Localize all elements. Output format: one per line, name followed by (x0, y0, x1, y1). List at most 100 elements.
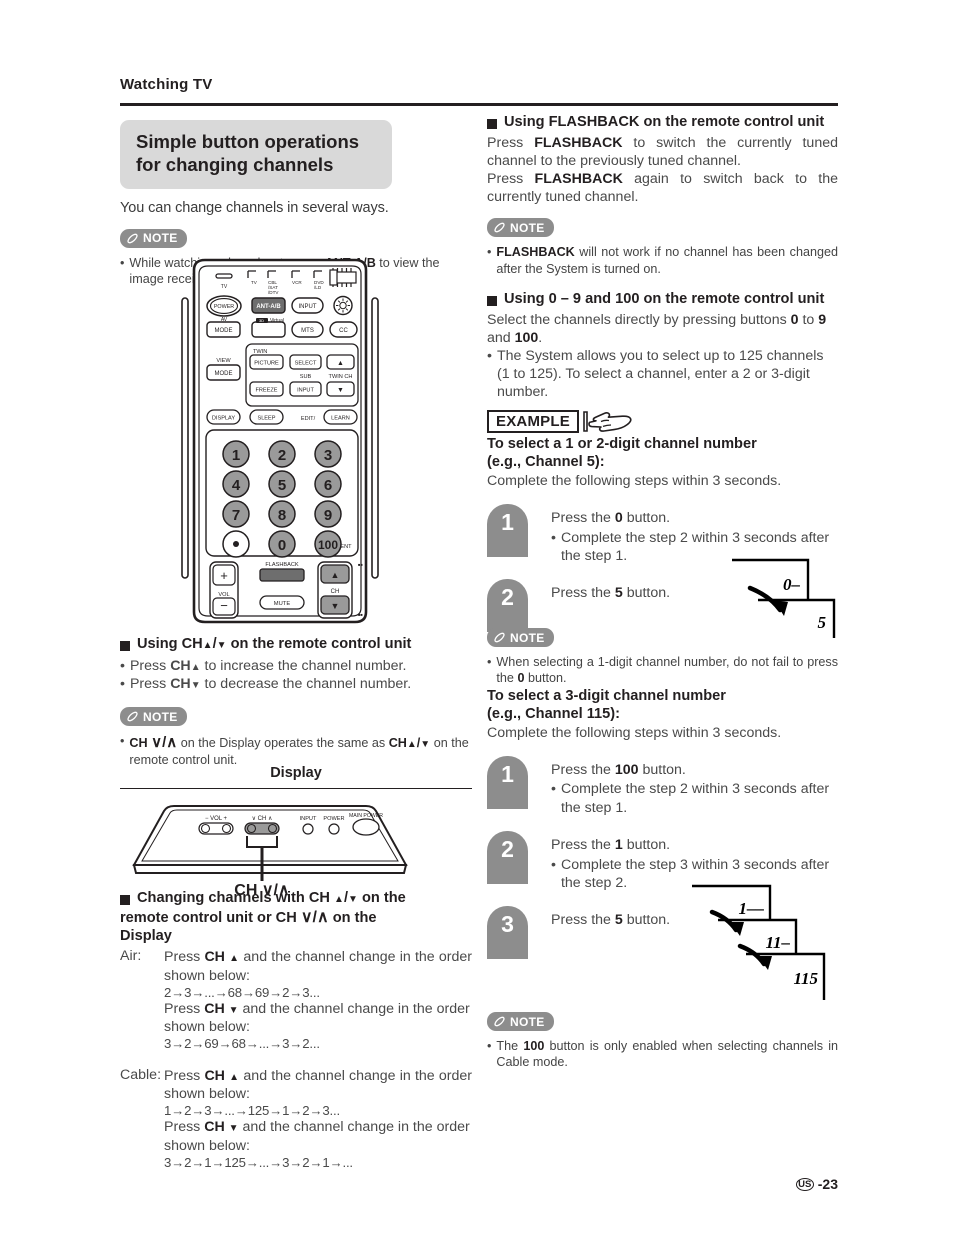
c4: remote control unit or CH (120, 909, 301, 926)
step-number-badge: 1 (487, 504, 528, 558)
ex2-diagram-svg: 1–– 11– 115 (692, 884, 826, 1000)
note-block-4: NOTE • When selecting a 1-digit channel … (487, 628, 838, 686)
cable-sequence-down: 3→2→1→125→...→3→2→1→... (164, 1154, 353, 1170)
svg-text:CH: CH (331, 589, 340, 595)
note-text: • FLASHBACK will not work if no channel … (487, 244, 838, 276)
step-main: Press the 5 button. (551, 911, 670, 929)
air-content: Press CH and the channel change in the o… (164, 948, 472, 1051)
svg-text:100: 100 (318, 538, 338, 552)
b2a: Press (129, 675, 171, 692)
step-number-badge: 2 (487, 831, 528, 885)
triangle-up-icon (229, 949, 239, 965)
remote-control-illustration: TV TV CBL /SAT /DTV VCR DVD /LD POWER AV… (180, 258, 380, 624)
svg-text:SELECT: SELECT (295, 361, 317, 367)
changing-channels-heading: Changing channels with CH / on the remot… (120, 890, 472, 945)
note-label: NOTE (143, 231, 178, 246)
bullet-text: The System allows you to select up to 12… (496, 347, 824, 401)
svg-text:▼: ▼ (331, 601, 340, 611)
bullet-dot: • (487, 1039, 492, 1053)
bullet-dot: • (487, 347, 492, 364)
changing-channels-section: Changing channels with CH / on the remot… (120, 890, 472, 1170)
s-c: button. (638, 761, 686, 778)
d1g: . (538, 329, 543, 346)
note-text: • When selecting a 1-digit channel numbe… (487, 654, 838, 686)
cable-label: Cable: (120, 1067, 162, 1084)
cable-content: Press CH and the channel change in the o… (164, 1067, 472, 1170)
svg-text:3: 3 (324, 447, 332, 464)
note-block-3: NOTE • FLASHBACK will not work if no cha… (487, 218, 838, 276)
air-line-1: Press CH and the channel change in the o… (164, 948, 472, 984)
using-ch-bullet-2: • Press CH to decrease the channel numbe… (120, 675, 472, 693)
n5b: 100 (523, 1039, 545, 1053)
d1b: 0 (790, 311, 799, 328)
air-block: Air: Press CH and the channel change in … (120, 948, 472, 1051)
s-b: 0 (614, 510, 623, 527)
using-ch-heading-text: Using CH/ on the remote control unit (137, 636, 411, 654)
flashback-heading: Using FLASHBACK on the remote control un… (487, 114, 838, 132)
d1f: 100 (514, 329, 539, 346)
svg-text:INPUT: INPUT (299, 304, 317, 310)
air-line-2: Press CH and the channel change in the o… (164, 1000, 472, 1036)
example-1-subtitle: Complete the following steps within 3 se… (487, 472, 782, 489)
cable-line-1: Press CH and the channel change in the o… (164, 1067, 472, 1103)
n2b: ∨/∧ (151, 734, 178, 752)
changing-channels-heading-text: Changing channels with CH / on the remot… (120, 890, 406, 945)
example-2-subtitle: Complete the following steps within 3 se… (487, 724, 782, 741)
note-badge: NOTE (487, 218, 554, 238)
using-digits-heading: Using 0 – 9 and 100 on the remote contro… (487, 291, 838, 309)
svg-text:LEARN: LEARN (331, 416, 350, 422)
s-a: Press the (551, 585, 615, 602)
note-text: • CH ∨/∧ on the Display operates the sam… (120, 733, 472, 768)
svg-text:/LD: /LD (314, 285, 322, 290)
display-figure: Display − VOL + ∨ CH ∧ INPUT POWER MAIN … (120, 765, 472, 903)
example-2-diagram: 1–– 11– 115 (690, 878, 840, 1008)
bullet-dot: • (487, 655, 492, 669)
a2b: CH (204, 1000, 225, 1017)
svg-text:▲: ▲ (331, 570, 340, 580)
svg-text:SLEEP: SLEEP (257, 416, 275, 422)
triangle-up-icon (191, 658, 201, 674)
svg-text:/DTV: /DTV (268, 290, 279, 295)
example-2-title: To select a 3-digit channel number (e.g.… (487, 688, 838, 724)
svg-text:2: 2 (278, 447, 286, 464)
svg-text:ANT-A/B: ANT-A/B (256, 304, 281, 310)
svg-text:FLASHBACK: FLASHBACK (265, 562, 299, 568)
triangle-down-icon (348, 890, 358, 906)
svg-text:VCR: VCR (292, 280, 302, 285)
svg-text:VIEW: VIEW (216, 358, 231, 364)
pointing-hand-icon (581, 410, 635, 433)
f2a: Press (487, 171, 535, 188)
note-badge: NOTE (120, 707, 187, 727)
h-a: Using CH (137, 636, 203, 652)
page-footer: US -23 (795, 1176, 838, 1192)
s-c: button. (622, 912, 671, 929)
b2b: CH (170, 675, 191, 692)
section-lead: You can change channels in several ways. (120, 199, 389, 216)
ex2-value-0: 1–– (739, 899, 765, 918)
step-number-badge: 3 (487, 906, 528, 960)
ex1-diagram-svg: 0– 5 (732, 558, 836, 638)
pencil-icon (494, 1016, 505, 1027)
note-badge: NOTE (487, 628, 554, 647)
n2c: on the Display operates the same as (177, 736, 389, 751)
b1b: CH (170, 657, 191, 674)
note-sentence: CH ∨/∧ on the Display operates the same … (129, 733, 472, 768)
flashback-heading-text: Using FLASHBACK on the remote control un… (504, 114, 825, 130)
step-content: Press the 5 button. (528, 579, 670, 632)
ex1-title-line-1: To select a 1 or 2-digit channel number (487, 436, 757, 453)
svg-text:EDIT/: EDIT/ (301, 416, 316, 422)
triangle-up-icon (334, 890, 344, 906)
using-ch-bullet-1: • Press CH to increase the channel numbe… (120, 657, 472, 675)
n5c: button is only enabled when selecting ch… (496, 1039, 838, 1070)
svg-text:3D: 3D (259, 318, 264, 323)
d1a: Select the channels directly by pressing… (487, 311, 791, 328)
b2c: to decrease the channel number. (200, 675, 412, 692)
s-b: 1 (614, 837, 623, 854)
s-b: 5 (614, 912, 623, 929)
using-digits-bullet: • The System allows you to select up to … (487, 347, 838, 402)
step-item: 1 Press the 100 button. • Complete the s… (487, 755, 838, 817)
triangle-up-icon (229, 1068, 239, 1084)
svg-text:DISPLAY: DISPLAY (212, 416, 235, 422)
svg-text:INPUT: INPUT (300, 816, 317, 822)
remote-svg: TV TV CBL /SAT /DTV VCR DVD /LD POWER AV… (181, 258, 379, 624)
